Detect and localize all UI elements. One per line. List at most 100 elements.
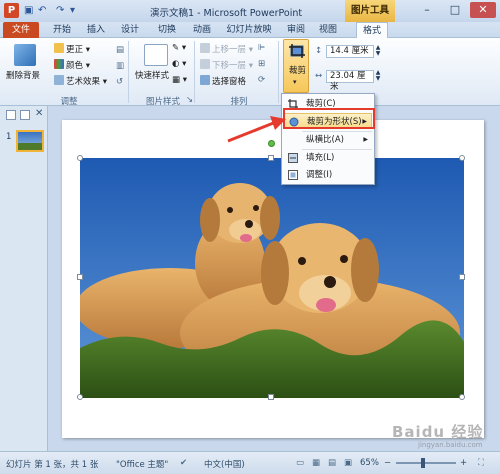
undo-icon[interactable]: ↶ [38,5,46,16]
resize-handle-top-left[interactable] [77,155,83,161]
resize-handle-right[interactable] [459,274,465,280]
reset-picture-icon[interactable]: ↺ [116,77,123,87]
dog-picture[interactable] [80,158,464,398]
zoom-out-button[interactable]: − [384,458,391,468]
close-panel-icon[interactable]: ✕ [35,108,43,119]
resize-handle-top[interactable] [268,155,274,161]
tab-animations[interactable]: 动画 [188,22,216,38]
send-backward-button: 下移一层 ▾ [200,59,253,71]
resize-handle-bottom-right[interactable] [459,394,465,400]
menu-item-fill[interactable]: 填充(L) [284,150,372,166]
dialog-launcher-icon[interactable]: ↘ [186,95,193,105]
minimize-button[interactable]: – [414,2,440,18]
save-icon[interactable]: ▣ [24,5,33,16]
zoom-slider[interactable] [396,462,456,464]
reading-view-icon[interactable]: ▤ [328,458,336,468]
powerpoint-logo-icon[interactable]: P [4,3,19,18]
group-divider [194,41,195,103]
height-icon: ↕ [315,46,323,56]
group-divider [128,41,129,103]
fit-icon [288,170,298,180]
title-bar: P ▣ ↶ ↷ ▾ 演示文稿1 - Microsoft PowerPoint 图… [0,0,500,22]
width-field[interactable]: 23.04 厘米 [326,70,374,92]
slide-thumbnail[interactable] [16,130,44,152]
tab-format[interactable]: 格式 [356,22,388,39]
rotate-icon[interactable]: ⟳ [258,75,265,85]
remove-background-button[interactable]: 删除背景 [6,69,40,81]
color-icon [54,59,64,69]
close-button[interactable]: ✕ [470,2,496,18]
zoom-level[interactable]: 65% [360,458,379,468]
ribbon-format: 删除背景 更正 ▾ 颜色 ▾ 艺术效果 ▾ ▤ ▥ ↺ 调整 快速样式 ✎ ▾ … [0,38,500,107]
baidu-watermark-url: jingyan.baidu.com [418,441,483,449]
slide-number: 1 [6,132,12,142]
menu-item-aspect-ratio[interactable]: 纵横比(A) ▶ [284,132,372,148]
compress-icon[interactable]: ▤ [116,45,124,55]
crop-dropdown-menu: 裁剪(C) 裁剪为形状(S) ▶ 纵横比(A) ▶ 填充(L) 调整(I) [281,93,375,185]
artistic-effects-icon [54,75,64,85]
zoom-in-button[interactable]: + [460,458,467,468]
width-spinner[interactable]: ▲ ▼ [374,70,382,83]
slides-tab-icon[interactable] [6,110,16,120]
slide-info: 幻灯片 第 1 张，共 1 张 [6,460,99,470]
theme-name: "Office 主题" [116,460,169,470]
picture-effects-icon[interactable]: ◐ ▾ [172,59,186,69]
normal-view-icon[interactable]: ▭ [296,458,304,468]
dog-photo-image [80,158,464,398]
crop-button[interactable]: 裁剪 ▾ [283,39,309,93]
picture-tools-context-tab: 图片工具 [345,0,395,22]
spell-check-icon[interactable]: ✔ [180,458,187,468]
fill-icon [288,153,298,163]
tab-insert[interactable]: 插入 [82,22,110,38]
height-field[interactable]: 14.4 厘米 [326,45,374,58]
selection-pane-button[interactable]: 选择窗格 [200,75,246,87]
outline-tab-icon[interactable] [20,110,30,120]
fit-to-window-icon[interactable]: ⛶ [478,458,484,468]
resize-handle-top-right[interactable] [459,155,465,161]
height-spinner[interactable]: ▲ ▼ [374,45,382,58]
corrections-button[interactable]: 更正 ▾ [54,43,90,55]
tab-file[interactable]: 文件 [3,22,39,38]
status-bar: 幻灯片 第 1 张，共 1 张 "Office 主题" ✔ 中文(中国) ▭ ▦… [0,451,500,474]
maximize-button[interactable]: □ [442,2,468,18]
crop-label: 裁剪 [289,66,307,76]
picture-layout-icon[interactable]: ▦ ▾ [172,75,187,85]
bring-forward-icon [200,43,210,53]
group-divider [278,41,279,103]
bring-forward-button: 上移一层 ▾ [200,43,253,55]
submenu-arrow-icon: ▶ [363,136,368,143]
highlight-box [283,108,375,129]
quick-styles-button[interactable]: 快速样式 [135,69,169,81]
tab-review[interactable]: 审阅 [282,22,310,38]
selection-pane-icon [200,75,210,85]
customize-quick-access-icon[interactable]: ▾ [70,5,75,16]
resize-handle-bottom[interactable] [268,394,274,400]
change-picture-icon[interactable]: ▥ [116,61,124,71]
picture-border-icon[interactable]: ✎ ▾ [172,43,186,53]
red-arrow-icon [227,116,286,143]
send-backward-icon [200,59,210,69]
slide-sorter-icon[interactable]: ▦ [312,458,320,468]
resize-handle-left[interactable] [77,274,83,280]
color-button[interactable]: 颜色 ▾ [54,59,90,71]
width-icon: ↔ [315,71,323,81]
chevron-down-icon: ▾ [293,78,297,86]
resize-handle-bottom-left[interactable] [77,394,83,400]
tab-transitions[interactable]: 切换 [153,22,181,38]
menu-item-fit[interactable]: 调整(I) [284,167,372,183]
sun-icon [54,43,64,53]
artistic-effects-button[interactable]: 艺术效果 ▾ [54,75,107,87]
slideshow-icon[interactable]: ▣ [344,458,352,468]
baidu-watermark: Baidu 经验 [392,423,484,441]
tab-view[interactable]: 视图 [314,22,342,38]
redo-icon[interactable]: ↷ [56,5,64,16]
ribbon-tabs: 文件 开始 插入 设计 切换 动画 幻灯片放映 审阅 视图 格式 [0,22,500,39]
zoom-slider-thumb[interactable] [421,458,425,468]
tab-design[interactable]: 设计 [116,22,144,38]
language-indicator[interactable]: 中文(中国) [204,458,245,470]
tab-slideshow[interactable]: 幻灯片放映 [224,22,274,38]
slide-thumbnail-panel: ✕ 1 [0,106,48,451]
tab-home[interactable]: 开始 [48,22,76,38]
align-icon[interactable]: ⊫ [258,43,265,53]
group-icon[interactable]: ⊞ [258,59,265,69]
